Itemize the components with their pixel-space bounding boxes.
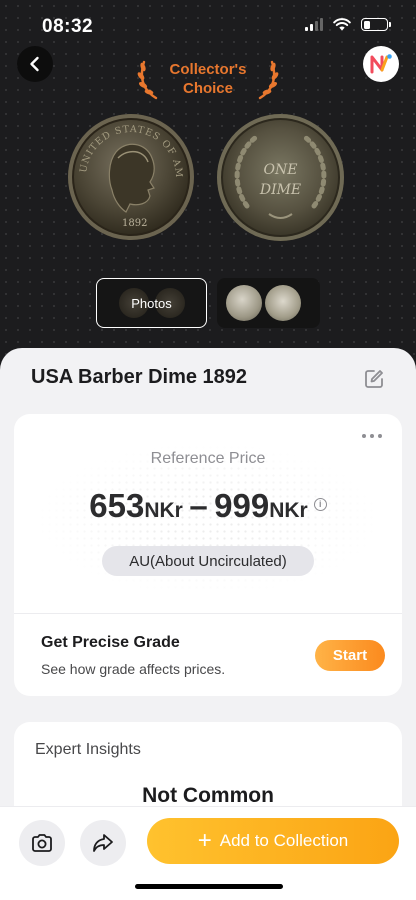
photos-thumbnail[interactable]: Photos [96,278,207,328]
laurel-right-icon [258,60,279,100]
price-high-currency: NKr [269,499,308,522]
coin-title: USA Barber Dime 1892 [31,366,248,388]
cellular-signal-icon [305,18,323,31]
expert-insights-label: Expert Insights [35,741,141,758]
coin-photo-thumbnail[interactable] [217,278,320,328]
plus-icon: + [197,827,212,854]
status-icons [305,18,391,31]
rarity-value: Not Common [142,784,274,807]
card-divider [14,613,402,614]
status-bar: 08:32 [0,0,416,50]
thumbnail-reverse [265,285,301,321]
reference-price-label: Reference Price [150,450,266,467]
start-button[interactable]: Start [315,640,385,671]
home-indicator [135,884,283,889]
price-high: 999 [214,487,270,524]
add-to-collection-label: Add to Collection [219,831,349,850]
laurel-left-icon [137,60,158,100]
reverse-line-2: DIME [259,182,301,198]
badge-line-2: Choice [182,80,233,97]
add-to-collection-button[interactable]: + Add to Collection [147,818,399,864]
collectors-choice-badge: Collector's Choice [136,56,280,102]
thumbnail-obverse [226,285,262,321]
grade-badge[interactable]: AU(About Uncirculated) [102,546,314,576]
precise-grade-subtitle: See how grade affects prices. [41,661,226,677]
price-low: 653 [89,487,145,524]
app-logo-button[interactable] [363,46,399,82]
chevron-left-icon [30,56,39,72]
photos-label: Photos [131,295,172,311]
price-low-currency: NKr [144,499,183,522]
wifi-icon [333,18,351,31]
share-arrow-icon [93,834,113,852]
reverse-line-1: ONE [264,162,298,178]
coin-hero: 08:32 Collector's Choice UNITED STATES O… [0,0,416,380]
info-icon[interactable]: i [313,498,327,512]
share-button[interactable] [80,820,126,866]
more-options-icon[interactable] [362,434,382,438]
price-range: 653NKr – 999NKr i [14,487,402,525]
camera-button[interactable] [19,820,65,866]
status-time: 08:32 [42,16,94,37]
edit-icon[interactable] [363,368,385,390]
price-separator: – [189,487,208,524]
reference-price-card: Reference Price 653NKr – 999NKr i AU(Abou… [14,414,402,696]
battery-icon [361,18,391,31]
camera-icon [32,834,52,852]
coin-reverse-image[interactable]: ONE DIME [217,114,344,241]
badge-line-1: Collector's [169,61,247,78]
back-button[interactable] [17,46,53,82]
precise-grade-title: Get Precise Grade [41,634,180,651]
app-logo-icon [370,54,392,74]
obverse-year: 1892 [122,218,147,229]
coin-obverse-image[interactable]: UNITED STATES OF AMERICA 1892 [68,114,194,240]
